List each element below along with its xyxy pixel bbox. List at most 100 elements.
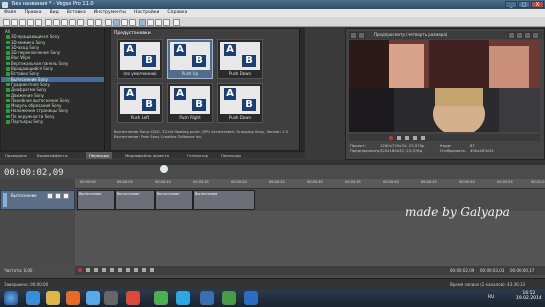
preset-thumb[interactable]: A B (по умолчанию)	[117, 39, 163, 79]
photoshop-icon[interactable]	[244, 291, 258, 305]
trim-icon[interactable]	[77, 18, 84, 26]
preset-thumb-selected[interactable]: A B Push Up	[167, 39, 213, 79]
stop-icon[interactable]	[421, 135, 425, 140]
preview-quality-dropdown[interactable]: Предпросмотр (четверть размера)	[374, 32, 447, 37]
autoripple-icon[interactable]	[113, 18, 120, 26]
timeline-splitter[interactable]	[0, 160, 545, 165]
preview-save-snapshot-icon[interactable]	[532, 31, 539, 39]
redo-icon[interactable]	[95, 18, 102, 26]
minimize-button[interactable]: _	[505, 1, 517, 8]
preview-overlay-icon[interactable]	[516, 31, 523, 39]
vegas-task-icon[interactable]	[104, 291, 118, 305]
track-mute-icon[interactable]	[47, 193, 53, 199]
language-indicator[interactable]: RU	[488, 295, 494, 300]
snap-icon[interactable]	[105, 18, 112, 26]
ruler-mark: 00:00:00	[80, 180, 96, 184]
tab-explorer[interactable]: Проводник	[2, 152, 30, 159]
media-player-icon[interactable]	[66, 291, 80, 305]
preview-copy-snapshot-icon[interactable]	[524, 31, 531, 39]
loop-icon[interactable]	[397, 135, 401, 140]
render-icon[interactable]	[35, 18, 42, 26]
video-track-header[interactable]: Вытеснение	[0, 190, 75, 210]
loop-icon[interactable]	[86, 268, 90, 272]
zoom-tool-icon[interactable]	[163, 18, 170, 26]
clock[interactable]: 16:52 19.02.2014	[516, 291, 542, 301]
play-icon[interactable]	[102, 268, 106, 272]
undo-icon[interactable]	[87, 18, 94, 26]
word-icon[interactable]	[200, 291, 214, 305]
ruler-mark: 00:00:45	[421, 180, 437, 184]
copy-icon[interactable]	[53, 18, 60, 26]
ignore-grouping-icon[interactable]	[129, 18, 136, 26]
menu-tools[interactable]: Инструменты	[90, 9, 130, 17]
envelope-tool-icon[interactable]	[147, 18, 154, 26]
play-icon[interactable]	[405, 135, 409, 140]
help-icon[interactable]	[173, 18, 180, 26]
selection-tool-icon[interactable]	[155, 18, 162, 26]
tree-item-label: Вертикальная панель Sony	[11, 60, 69, 66]
preview-properties-icon[interactable]	[350, 31, 357, 39]
next-frame-icon[interactable]	[150, 268, 154, 272]
skype-task-icon[interactable]	[176, 291, 190, 305]
time-ruler[interactable]: 00:00:00 00:00:05 00:00:10 00:00:15 00:0…	[75, 179, 545, 189]
paste-icon[interactable]	[61, 18, 68, 26]
menu-view[interactable]: Вид	[46, 9, 63, 17]
tree-item[interactable]: Портьеры Sony	[1, 119, 109, 124]
menu-help[interactable]: Справка	[163, 9, 191, 17]
tree-item-label: Наложение страницы Sony	[11, 108, 69, 114]
menu-file[interactable]: Файл	[0, 9, 20, 17]
ie-icon[interactable]	[26, 291, 40, 305]
cut-icon[interactable]	[45, 18, 52, 26]
track-empty-area[interactable]	[75, 211, 545, 266]
video-clip[interactable]: Вытеснение	[155, 190, 193, 210]
start-button-icon[interactable]	[4, 291, 18, 305]
menu-options[interactable]: Настройки	[130, 9, 163, 17]
menu-edit[interactable]: Правка	[20, 9, 45, 17]
preset-thumb[interactable]: A B Push Down	[217, 83, 263, 123]
tab-project-media[interactable]: Медиафайлы проекта	[122, 152, 172, 159]
preview-grid-icon[interactable]	[508, 31, 515, 39]
tab-transitions-2[interactable]: Переходы	[218, 152, 244, 159]
go-to-end-icon[interactable]	[134, 268, 138, 272]
preset-thumb[interactable]: A B Push Right	[167, 83, 213, 123]
normal-edit-tool-icon[interactable]	[139, 18, 146, 26]
opera-icon[interactable]	[126, 291, 140, 305]
preset-thumb[interactable]: A B Push Down	[217, 39, 263, 79]
maximize-button[interactable]: □	[518, 1, 530, 8]
skype-icon[interactable]	[86, 291, 100, 305]
pause-icon[interactable]	[413, 135, 417, 140]
record-icon[interactable]	[78, 268, 82, 272]
save-icon[interactable]	[19, 18, 26, 26]
track-fx-icon[interactable]	[63, 193, 69, 199]
properties-icon[interactable]	[27, 18, 34, 26]
video-clip[interactable]: Вытеснение	[193, 190, 255, 210]
prev-frame-icon[interactable]	[142, 268, 146, 272]
pause-icon[interactable]	[110, 268, 114, 272]
preset-preview: AB	[220, 42, 260, 70]
menu-insert[interactable]: Вставка	[63, 9, 90, 17]
new-icon[interactable]	[3, 18, 10, 26]
lock-envelopes-icon[interactable]	[121, 18, 128, 26]
track-solo-icon[interactable]	[55, 193, 61, 199]
chrome-icon[interactable]	[154, 291, 168, 305]
video-clip[interactable]: Вытеснение	[77, 190, 115, 210]
marker-icon[interactable]	[160, 165, 168, 173]
close-button[interactable]: X	[531, 1, 544, 8]
tab-transitions[interactable]: Переходы	[86, 152, 113, 159]
app-icon[interactable]	[222, 291, 236, 305]
stop-icon[interactable]	[118, 268, 122, 272]
tab-generators[interactable]: Генератор	[184, 152, 211, 159]
ruler-mark: 00:00:25	[269, 180, 285, 184]
record-icon[interactable]	[389, 135, 393, 140]
preview-fx-icon[interactable]	[358, 31, 365, 39]
tree-item-label: Модуль обрезания Sony	[11, 103, 62, 109]
preset-thumb[interactable]: A B Push Left	[117, 83, 163, 123]
play-from-start-icon[interactable]	[94, 268, 98, 272]
delete-icon[interactable]	[69, 18, 76, 26]
tree-item-label: 3D-переключение Sony	[11, 50, 61, 56]
explorer-icon[interactable]	[46, 291, 60, 305]
open-icon[interactable]	[11, 18, 18, 26]
go-to-start-icon[interactable]	[126, 268, 130, 272]
tab-video-fx[interactable]: Видеоэффекты	[34, 152, 71, 159]
video-clip[interactable]: Вытеснение	[115, 190, 155, 210]
